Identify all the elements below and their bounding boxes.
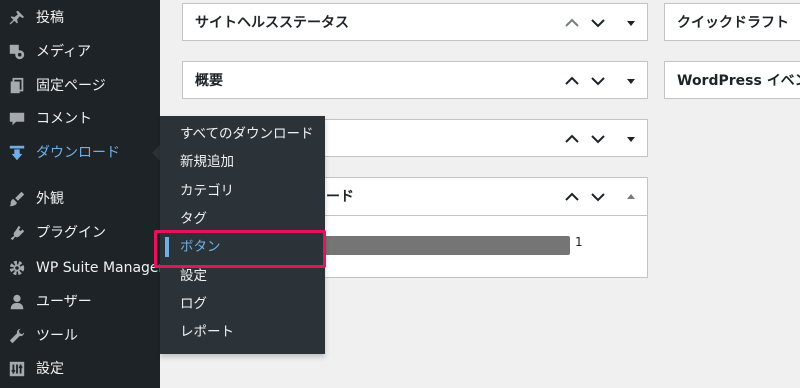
submenu-item-categories[interactable]: カテゴリ <box>160 177 325 205</box>
sidebar-item-downloads[interactable]: ダウンロード <box>0 136 160 170</box>
wrench-icon <box>8 327 26 345</box>
sidebar-item-label: 外観 <box>36 191 64 207</box>
sidebar-item-wp-suite-manager[interactable]: WP Suite Manager <box>0 251 164 285</box>
toggle-panel-icon[interactable] <box>623 132 639 146</box>
brush-icon <box>8 190 26 208</box>
widget-title: WordPress イベント <box>677 73 800 89</box>
move-up-icon[interactable] <box>564 74 580 88</box>
widget-title: クイックドラフト <box>677 15 789 31</box>
sidebar-item-pages[interactable]: 固定ページ <box>0 69 160 103</box>
submenu-item-logs[interactable]: ログ <box>160 290 325 318</box>
sidebar-item-label: ツール <box>36 328 78 344</box>
admin-sidebar: 投稿 メディア 固定ページ コメント ダウンロード 外観 プラグイン WP Su… <box>0 0 164 388</box>
toggle-panel-icon[interactable] <box>623 16 639 30</box>
sidebar-item-label: ユーザー <box>36 294 92 310</box>
page-icon <box>8 77 26 95</box>
move-up-icon[interactable] <box>564 132 580 146</box>
widget-title: 概要 <box>195 73 223 89</box>
submenu-item-all-downloads[interactable]: すべてのダウンロード <box>160 120 325 148</box>
sidebar-item-label: コメント <box>36 111 92 127</box>
toggle-panel-icon[interactable] <box>623 74 639 88</box>
sidebar-item-label: 固定ページ <box>36 78 106 94</box>
submenu-item-tags[interactable]: タグ <box>160 205 325 233</box>
sidebar-item-settings[interactable]: 設定 <box>0 352 160 386</box>
sidebar-item-label: WP Suite Manager <box>36 260 165 276</box>
sidebar-item-label: 設定 <box>36 361 64 377</box>
sidebar-item-label: ダウンロード <box>36 145 120 161</box>
widget-quick-draft: クイックドラフト <box>664 3 800 41</box>
pin-icon <box>8 9 26 27</box>
sidebar-item-label: プラグイン <box>36 225 106 241</box>
settings-icon <box>8 360 26 378</box>
gear-icon <box>8 259 26 277</box>
media-icon <box>8 43 26 61</box>
widget-wordpress-events: WordPress イベント <box>664 61 800 99</box>
sidebar-item-appearance[interactable]: 外観 <box>0 182 160 216</box>
submenu-item-reports[interactable]: レポート <box>160 318 325 346</box>
move-down-icon[interactable] <box>590 190 606 204</box>
widget-overview: 概要 <box>182 61 648 99</box>
sidebar-item-label: 投稿 <box>36 10 64 26</box>
comment-icon <box>8 110 26 128</box>
download-count-bar <box>326 236 570 255</box>
sidebar-item-comments[interactable]: コメント <box>0 102 160 136</box>
sidebar-item-plugins[interactable]: プラグイン <box>0 216 160 250</box>
submenu-item-add-new[interactable]: 新規追加 <box>160 148 325 176</box>
plugin-icon <box>8 224 26 242</box>
widget-title: サイトヘルスステータス <box>195 15 349 31</box>
annotation-highlight-box <box>154 230 326 268</box>
move-up-icon[interactable] <box>564 16 580 30</box>
move-down-icon[interactable] <box>590 74 606 88</box>
download-icon <box>8 144 26 162</box>
move-down-icon[interactable] <box>590 132 606 146</box>
flyout-arrow <box>152 145 160 161</box>
sidebar-item-tools[interactable]: ツール <box>0 319 160 353</box>
widget-title: ード <box>326 189 354 205</box>
widget-site-health: サイトヘルスステータス <box>182 3 648 41</box>
move-up-icon[interactable] <box>564 190 580 204</box>
sidebar-item-label: メディア <box>36 44 92 60</box>
toggle-panel-icon[interactable] <box>623 190 639 204</box>
sidebar-item-users[interactable]: ユーザー <box>0 285 160 319</box>
download-count-value: 1 <box>575 235 583 249</box>
user-icon <box>8 293 26 311</box>
sidebar-item-media[interactable]: メディア <box>0 35 160 69</box>
move-down-icon[interactable] <box>590 16 606 30</box>
sidebar-item-posts[interactable]: 投稿 <box>0 1 160 35</box>
